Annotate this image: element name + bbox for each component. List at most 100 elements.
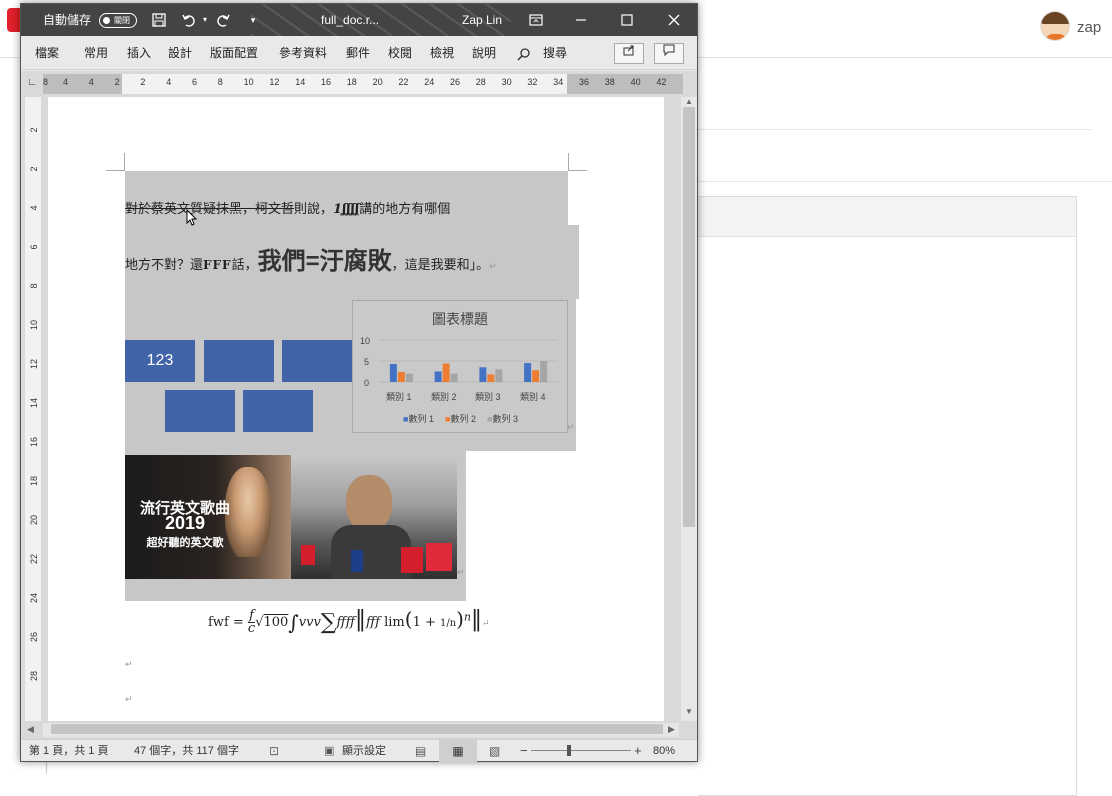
ruler-tick-label: 12 [29, 359, 39, 370]
display-settings[interactable]: 顯示設定 [342, 740, 386, 762]
word-count[interactable]: 47 個字，共 117 個字 [134, 740, 239, 762]
chart-bar [434, 371, 442, 382]
vertical-scrollbar[interactable]: ▲ ▼ [681, 97, 697, 721]
close-icon[interactable] [666, 12, 682, 28]
scroll-left-icon[interactable]: ◀ [27, 724, 34, 735]
paragraph-mark-icon: ↵ [489, 261, 497, 271]
embedded-chart[interactable]: 圖表標題 10 5 0 類別 1 類別 2 類別 3 類別 4 ■數列 1 ■數… [352, 300, 568, 433]
autosave-label: 自動儲存 [43, 13, 92, 27]
document-title: full_doc.r... [321, 13, 380, 27]
mouse-cursor-icon [186, 209, 198, 226]
search-icon[interactable] [517, 36, 531, 70]
scroll-up-icon[interactable]: ▲ [683, 97, 695, 107]
chart-bar [524, 363, 532, 382]
rectangle-shape[interactable] [282, 340, 352, 382]
print-layout-icon[interactable]: ▦ [439, 740, 477, 762]
tab-references[interactable]: 參考資料 [279, 36, 327, 70]
scrollbar-thumb[interactable] [51, 724, 663, 734]
paragraph-mark-icon: ↵ [125, 659, 133, 669]
customize-qat-icon[interactable]: ▾ [245, 12, 261, 28]
scrollbar-thumb[interactable] [683, 107, 695, 527]
divider [698, 181, 1112, 182]
rectangle-shape[interactable] [243, 390, 313, 432]
title-bar: 自動儲存 關閉 ▾ ▾ full_doc.r... Zap Lin [21, 4, 697, 36]
large-bold-text: 我們=汙腐敗 [257, 248, 392, 275]
username-label[interactable]: zap [1077, 19, 1101, 36]
press-photo-image[interactable] [291, 455, 457, 579]
text-run: 則說， [294, 201, 334, 216]
horizontal-scrollbar[interactable]: ◀ ▶ [21, 721, 697, 739]
tab-selector-icon[interactable]: ∟ [25, 75, 39, 91]
tab-help[interactable]: 說明 [472, 36, 496, 70]
x-tick-label: 類別 4 [520, 392, 546, 402]
horizontal-ruler[interactable]: 8 4 4 2 2 4 6 8 10 12 14 16 18 20 22 24 26 28 30 32 34 36 38 40… [43, 74, 683, 94]
ruler-tick-label: 18 [29, 476, 39, 487]
tab-view[interactable]: 檢視 [430, 36, 454, 70]
ruler-tick-label: 30 [501, 77, 512, 87]
search-box[interactable]: 搜尋 [543, 36, 567, 70]
tab-design[interactable]: 設計 [168, 36, 192, 70]
vertical-ruler[interactable]: 2 2 4 6 8 10 12 14 16 18 20 22 24 26 28 [25, 97, 41, 721]
y-tick-label: 5 [364, 357, 370, 367]
zoom-in-icon[interactable]: + [634, 740, 642, 762]
page-count[interactable]: 第 1 頁，共 1 頁 [29, 740, 108, 762]
minimize-icon[interactable] [573, 12, 589, 28]
autosave-toggle[interactable]: 關閉 [99, 13, 137, 28]
text-line-1[interactable]: 對於蔡英文質疑抹黑，柯文哲則說，1ʆʆʆʆ講的地方有哪個 [125, 198, 450, 217]
maximize-icon[interactable] [619, 12, 635, 28]
share-icon[interactable] [614, 43, 644, 64]
equation[interactable]: fwf = f c√100∫vvv∑ffff‖fff lim(1 + 1/n)n‖… [208, 607, 490, 635]
zoom-level[interactable]: 80% [653, 740, 675, 762]
paragraph-mark-icon: ↵ [567, 422, 575, 432]
ruler-tick-label: 28 [475, 77, 486, 87]
scroll-right-icon[interactable]: ▶ [668, 724, 675, 735]
y-tick-label: 0 [364, 378, 370, 388]
ruler-tick-label: 2 [29, 127, 39, 133]
read-mode-icon[interactable]: ▤ [415, 740, 426, 762]
document-area: ∟ 8 4 4 2 2 4 6 8 10 12 14 16 18 20 22 24 26 28 30 32 34 36 38… [21, 71, 697, 723]
redo-icon[interactable] [215, 12, 231, 28]
tab-review[interactable]: 校閱 [388, 36, 412, 70]
ruler-tick-label: 20 [29, 515, 39, 526]
ruler-tick-label: 36 [579, 77, 590, 87]
undo-icon[interactable] [181, 12, 197, 28]
zoom-slider[interactable] [531, 745, 631, 756]
tab-insert[interactable]: 插入 [127, 36, 151, 70]
text-line-2[interactable]: 地方不對？還FFF話，我們=汙腐敗，這是我要和」。↵ [125, 241, 497, 276]
legend-entry: ■數列 3 [487, 414, 518, 424]
legend-entry: ■數列 1 [403, 414, 434, 424]
display-settings-icon[interactable]: ▣ [324, 740, 334, 762]
ruler-tick-label: 4 [88, 77, 94, 87]
equation-prefix: fwf = [208, 615, 244, 630]
rectangle-shape[interactable]: 123 [125, 340, 195, 382]
image-caption: 超好聽的英文歌 [146, 537, 224, 549]
ribbon-tabs: 檔案 常用 插入 設計 版面配置 參考資料 郵件 校閱 檢視 說明 搜尋 [21, 36, 697, 70]
content-panel [698, 196, 1077, 796]
ruler-tick-label: 4 [63, 77, 69, 87]
ruler-tick-label: 2 [140, 77, 146, 87]
tab-mailings[interactable]: 郵件 [346, 36, 370, 70]
web-layout-icon[interactable]: ▧ [489, 740, 500, 762]
scroll-down-icon[interactable]: ▼ [683, 707, 695, 717]
ruler-tick-label: 34 [553, 77, 564, 87]
tab-file[interactable]: 檔案 [35, 36, 59, 70]
bold-text: FFF [203, 258, 232, 272]
ruler-tick-label: 8 [29, 283, 39, 289]
ruler-tick-label: 2 [29, 166, 39, 172]
music-thumbnail-image[interactable]: 流行英文歌曲 2019 超好聽的英文歌 [125, 455, 291, 579]
rectangle-shape[interactable] [165, 390, 235, 432]
rectangle-shape[interactable] [204, 340, 274, 382]
proofing-icon[interactable]: ⊡ [269, 740, 279, 762]
save-icon[interactable] [151, 12, 167, 28]
tab-layout[interactable]: 版面配置 [210, 36, 258, 70]
comments-icon[interactable] [654, 43, 684, 64]
account-name[interactable]: Zap Lin [462, 4, 502, 36]
ruler-tick-label: 12 [269, 77, 280, 87]
user-avatar[interactable] [1040, 11, 1070, 41]
ribbon-display-icon[interactable] [528, 12, 544, 28]
paragraph-mark-icon: ↵ [457, 567, 465, 577]
tab-home[interactable]: 常用 [84, 36, 108, 70]
document-page[interactable]: 對於蔡英文質疑抹黑，柯文哲則說，1ʆʆʆʆ講的地方有哪個 地方不對？還FFF話，… [48, 97, 664, 723]
undo-dropdown-icon[interactable]: ▾ [197, 12, 213, 28]
zoom-out-icon[interactable]: − [520, 740, 528, 762]
